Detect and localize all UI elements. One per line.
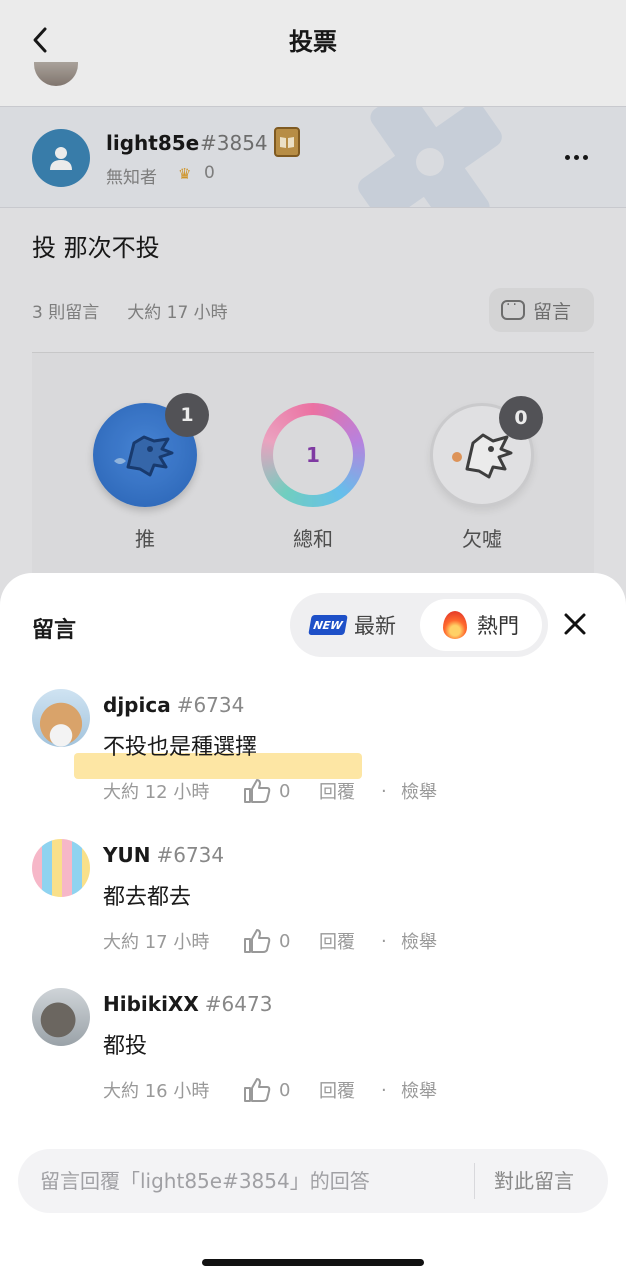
comment-time: 大約 12 小時 (103, 782, 210, 803)
reply-button[interactable]: 回覆 (319, 928, 381, 954)
poster-avatar[interactable] (32, 129, 90, 187)
comment-time: 大約 17 小時 (103, 932, 210, 953)
push-count: 1 (165, 393, 209, 437)
vote-panel: 1 推 1 總和 0 欠噓 (32, 353, 594, 593)
poster-score: 0 (204, 163, 215, 183)
background-decoration (358, 107, 502, 207)
commenter-tag: #6473 (204, 992, 273, 1016)
comment-item: HibikiXX #6473 都投 大約 16 小時 0 回覆 · 檢舉 (0, 988, 626, 1128)
comment-button-label: 留言 (533, 300, 572, 323)
dot-icon (582, 154, 588, 160)
report-button[interactable]: 檢舉 (401, 928, 437, 954)
page-title: 投票 (289, 28, 337, 56)
like-count: 0 (279, 930, 291, 952)
dot-icon (573, 154, 579, 160)
previous-avatar (34, 62, 78, 86)
comment-text: 都投 (103, 1034, 148, 1059)
sort-hot-label: 熱門 (477, 614, 519, 638)
comment-item: djpica #6734 不投也是種選擇 大約 12 小時 0 回覆 · 檢舉 (0, 689, 626, 829)
like-count: 0 (279, 1079, 291, 1101)
commenter-tag: #6734 (176, 693, 245, 717)
vote-sum: 1 總和 (261, 403, 365, 552)
boo-label: 欠噓 (462, 527, 502, 551)
thumbs-up-icon[interactable] (243, 927, 273, 955)
post-time: 大約 17 小時 (127, 303, 228, 323)
comment-item: YUN #6734 都去都去 大約 17 小時 0 回覆 · 檢舉 (0, 839, 626, 979)
reply-bar: 對此留言 (18, 1149, 608, 1213)
separator-dot: · (381, 1079, 387, 1101)
post-body: 投 那次不投 3 則留言 大約 17 小時 留言 1 推 1 總和 0 欠噓 (0, 208, 626, 628)
sum-value: 1 (273, 415, 353, 495)
poster-rank: 無知者 (106, 168, 157, 188)
poster-name[interactable]: light85e (106, 131, 199, 155)
commenter-name[interactable]: djpica #6734 (103, 693, 244, 717)
poster-tag: #3854 (200, 131, 268, 155)
report-button[interactable]: 檢舉 (401, 1077, 437, 1103)
post-author-row: light85e #3854 無知者 ♛ 0 (0, 106, 626, 208)
commenter-name[interactable]: YUN #6734 (103, 843, 224, 867)
commenter-avatar[interactable] (32, 839, 90, 897)
crown-icon: ♛ (178, 165, 192, 183)
commenter-avatar[interactable] (32, 988, 90, 1046)
boo-count: 0 (499, 396, 543, 440)
home-indicator (202, 1259, 424, 1266)
push-vote-button[interactable]: 1 (93, 393, 209, 507)
close-button[interactable] (558, 607, 592, 641)
reply-input[interactable] (40, 1149, 470, 1213)
comment-button[interactable]: 留言 (489, 288, 594, 332)
divider (474, 1163, 475, 1199)
commenter-tag: #6734 (156, 843, 225, 867)
report-button[interactable]: 檢舉 (401, 778, 437, 804)
comment-text: 不投也是種選擇 (103, 735, 258, 760)
book-badge-icon (274, 127, 300, 157)
close-icon (564, 613, 586, 635)
submit-comment-button[interactable]: 對此留言 (494, 1149, 574, 1213)
sort-hot-option[interactable]: 熱門 (420, 599, 542, 651)
vote-push[interactable]: 1 推 (93, 393, 209, 552)
top-header: 投票 (0, 0, 626, 106)
separator-dot: · (381, 780, 387, 802)
comment-time: 大約 16 小時 (103, 1081, 210, 1102)
dinosaur-icon (114, 435, 174, 477)
sum-label: 總和 (293, 527, 333, 551)
commenter-avatar[interactable] (32, 689, 90, 747)
user-icon (50, 147, 72, 170)
vote-boo[interactable]: 0 欠噓 (430, 396, 543, 552)
like-count: 0 (279, 780, 291, 802)
separator-dot: · (381, 930, 387, 952)
sum-ring: 1 (261, 403, 365, 507)
reply-button[interactable]: 回覆 (319, 1077, 381, 1103)
comment-actions: 大約 12 小時 0 回覆 · 檢舉 (103, 777, 437, 805)
boo-vote-button[interactable]: 0 (430, 396, 543, 507)
flame-icon (443, 611, 467, 639)
more-options-button[interactable] (556, 145, 596, 169)
dot-icon (564, 154, 570, 160)
comment-text: 都去都去 (103, 885, 192, 910)
push-label: 推 (135, 527, 155, 551)
thumbs-up-icon[interactable] (243, 1076, 273, 1104)
reply-button[interactable]: 回覆 (319, 778, 381, 804)
comment-actions: 大約 16 小時 0 回覆 · 檢舉 (103, 1076, 437, 1104)
new-badge-icon: NEW (308, 615, 348, 635)
commenter-name[interactable]: HibikiXX #6473 (103, 992, 272, 1016)
sheet-title: 留言 (32, 618, 77, 643)
comment-count: 3 則留言 (32, 303, 100, 323)
post-text: 投 那次不投 (32, 234, 160, 262)
chat-bubble-icon (501, 297, 525, 320)
sort-newest-label: 最新 (354, 614, 396, 638)
post-meta: 3 則留言 大約 17 小時 (32, 298, 228, 323)
comments-sheet: 留言 NEW 最新 熱門 djpica #6734 不投也是種選擇 大約 12 小… (0, 573, 626, 1280)
thumbs-up-icon[interactable] (243, 777, 273, 805)
comment-actions: 大約 17 小時 0 回覆 · 檢舉 (103, 927, 437, 955)
sort-newest-option[interactable]: NEW 最新 (308, 593, 396, 657)
sort-toggle: NEW 最新 熱門 (290, 593, 548, 657)
